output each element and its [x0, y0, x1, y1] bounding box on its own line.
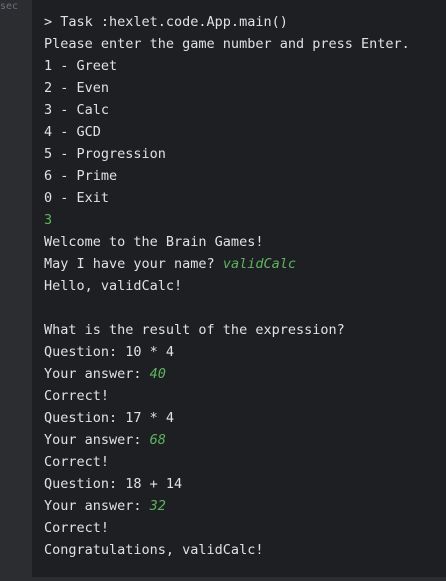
console-line-text: Correct! — [44, 388, 110, 404]
console-line: May I have your name? validCalc — [44, 253, 410, 275]
console-line-text: 1 - Greet — [44, 58, 118, 74]
console-line: Your answer: 68 — [44, 429, 410, 451]
console-line-text: Question: 10 * 4 — [44, 344, 175, 360]
console-line: Your answer: 32 — [44, 495, 410, 517]
console-line-text: Your answer: — [44, 498, 150, 514]
user-input-text: validCalc — [222, 256, 296, 272]
console-line-text: 3 - Calc — [44, 102, 110, 118]
console-line: Hello, validCalc! — [44, 275, 410, 297]
console-line: 3 — [44, 209, 410, 231]
console-line: Correct! — [44, 385, 410, 407]
console-line-text: Welcome to the Brain Games! — [44, 234, 264, 250]
console-line: 5 - Progression — [44, 143, 410, 165]
console-line: Please enter the game number and press E… — [44, 33, 410, 55]
console-line: Your answer: 40 — [44, 363, 410, 385]
console-line: 2 - Even — [44, 77, 410, 99]
console-line-text: May I have your name? — [44, 256, 223, 272]
console-line-text: Correct! — [44, 520, 110, 536]
console-line-text: 4 - GCD — [44, 124, 101, 140]
console-line: 6 - Prime — [44, 165, 410, 187]
console-line-text: Your answer: — [44, 366, 150, 382]
console-line-text: Your answer: — [44, 432, 150, 448]
console-line-text: 6 - Prime — [44, 168, 118, 184]
console-line-text: Correct! — [44, 454, 110, 470]
console-line-text: Hello, validCalc! — [44, 278, 183, 294]
console-output[interactable]: > Task :hexlet.code.App.main() Please ent… — [44, 11, 410, 561]
console-line: 3 - Calc — [44, 99, 410, 121]
console-line-text: Congratulations, validCalc! — [44, 542, 264, 558]
console-line-text: 0 - Exit — [44, 190, 110, 206]
console-line: Congratulations, validCalc! — [44, 539, 410, 561]
user-input-text: 32 — [149, 498, 166, 514]
console-gutter: sec — [0, 0, 32, 581]
console-line-text: Please enter the game number and press E… — [44, 36, 410, 52]
console-line: Correct! — [44, 517, 410, 539]
console-line-text: Question: 17 * 4 — [44, 410, 175, 426]
console-line: > Task :hexlet.code.App.main() — [44, 11, 410, 33]
console-line: What is the result of the expression? — [44, 319, 410, 341]
console-line: 4 - GCD — [44, 121, 410, 143]
console-line-text: What is the result of the expression? — [44, 322, 345, 338]
console-line: Question: 18 + 14 — [44, 473, 410, 495]
console-line: 0 - Exit — [44, 187, 410, 209]
console-line-text: 5 - Progression — [44, 146, 166, 162]
user-input-text: 68 — [149, 432, 166, 448]
gutter-label: sec — [0, 1, 19, 12]
console-line: 1 - Greet — [44, 55, 410, 77]
console-line-text: Question: 18 + 14 — [44, 476, 183, 492]
console-line-text: > Task :hexlet.code.App.main() — [44, 14, 288, 30]
run-console-window: sec > Task :hexlet.code.App.main() Please… — [0, 0, 446, 581]
user-input-text: 3 — [44, 212, 53, 228]
console-line-text: 2 - Even — [44, 80, 110, 96]
console-line: Question: 17 * 4 — [44, 407, 410, 429]
user-input-text: 40 — [149, 366, 166, 382]
console-line: Question: 10 * 4 — [44, 341, 410, 363]
console-line: Welcome to the Brain Games! — [44, 231, 410, 253]
bottom-strip — [0, 577, 446, 581]
console-line: Correct! — [44, 451, 410, 473]
